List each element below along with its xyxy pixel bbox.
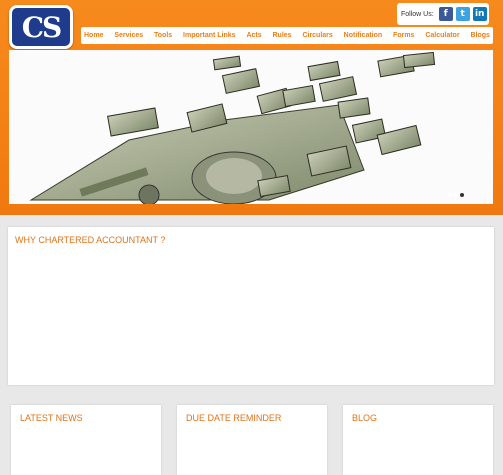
nav-services[interactable]: Services: [114, 32, 143, 39]
follow-us-label: Follow Us:: [401, 10, 434, 18]
nav-calculator[interactable]: Calculator: [425, 32, 459, 39]
slider-dot[interactable]: [448, 193, 452, 197]
nav-important-links[interactable]: Important Links: [183, 32, 236, 39]
nav-blogs[interactable]: Blogs: [470, 32, 489, 39]
linkedin-icon[interactable]: in: [472, 7, 487, 21]
nav-circulars[interactable]: Circulars: [302, 32, 332, 39]
puzzle-money-image: [9, 50, 493, 204]
nav-tools[interactable]: Tools: [154, 32, 172, 39]
nav-rules[interactable]: Rules: [273, 32, 292, 39]
blog-title: BLOG: [352, 413, 378, 423]
twitter-icon[interactable]: t: [455, 7, 470, 21]
slider-dot-active[interactable]: [460, 193, 464, 197]
follow-us-bar: Follow Us: f t in: [397, 3, 489, 25]
due-date-reminder-box: DUE DATE REMINDER: [177, 405, 327, 475]
latest-news-box: LATEST NEWS: [11, 405, 161, 475]
nav-forms[interactable]: Forms: [393, 32, 414, 39]
slider-dot[interactable]: [454, 193, 458, 197]
hero-slider-image[interactable]: [9, 50, 493, 204]
nav-home[interactable]: Home: [84, 32, 103, 39]
cs-logo[interactable]: CS: [9, 5, 73, 49]
facebook-icon[interactable]: f: [438, 7, 453, 21]
due-date-reminder-title: DUE DATE REMINDER: [186, 413, 282, 423]
blog-box: BLOG: [343, 405, 493, 475]
slider-dots: [448, 193, 464, 197]
latest-news-title: LATEST NEWS: [20, 413, 83, 423]
why-ca-section: WHY CHARTERED ACCOUNTANT ?: [8, 227, 494, 385]
nav-notification[interactable]: Notification: [344, 32, 383, 39]
nav-acts[interactable]: Acts: [246, 32, 261, 39]
why-ca-title: WHY CHARTERED ACCOUNTANT ?: [15, 235, 166, 245]
header: CS Follow Us: f t in Home Services Tools…: [0, 0, 503, 215]
main-nav: Home Services Tools Important Links Acts…: [81, 27, 493, 44]
